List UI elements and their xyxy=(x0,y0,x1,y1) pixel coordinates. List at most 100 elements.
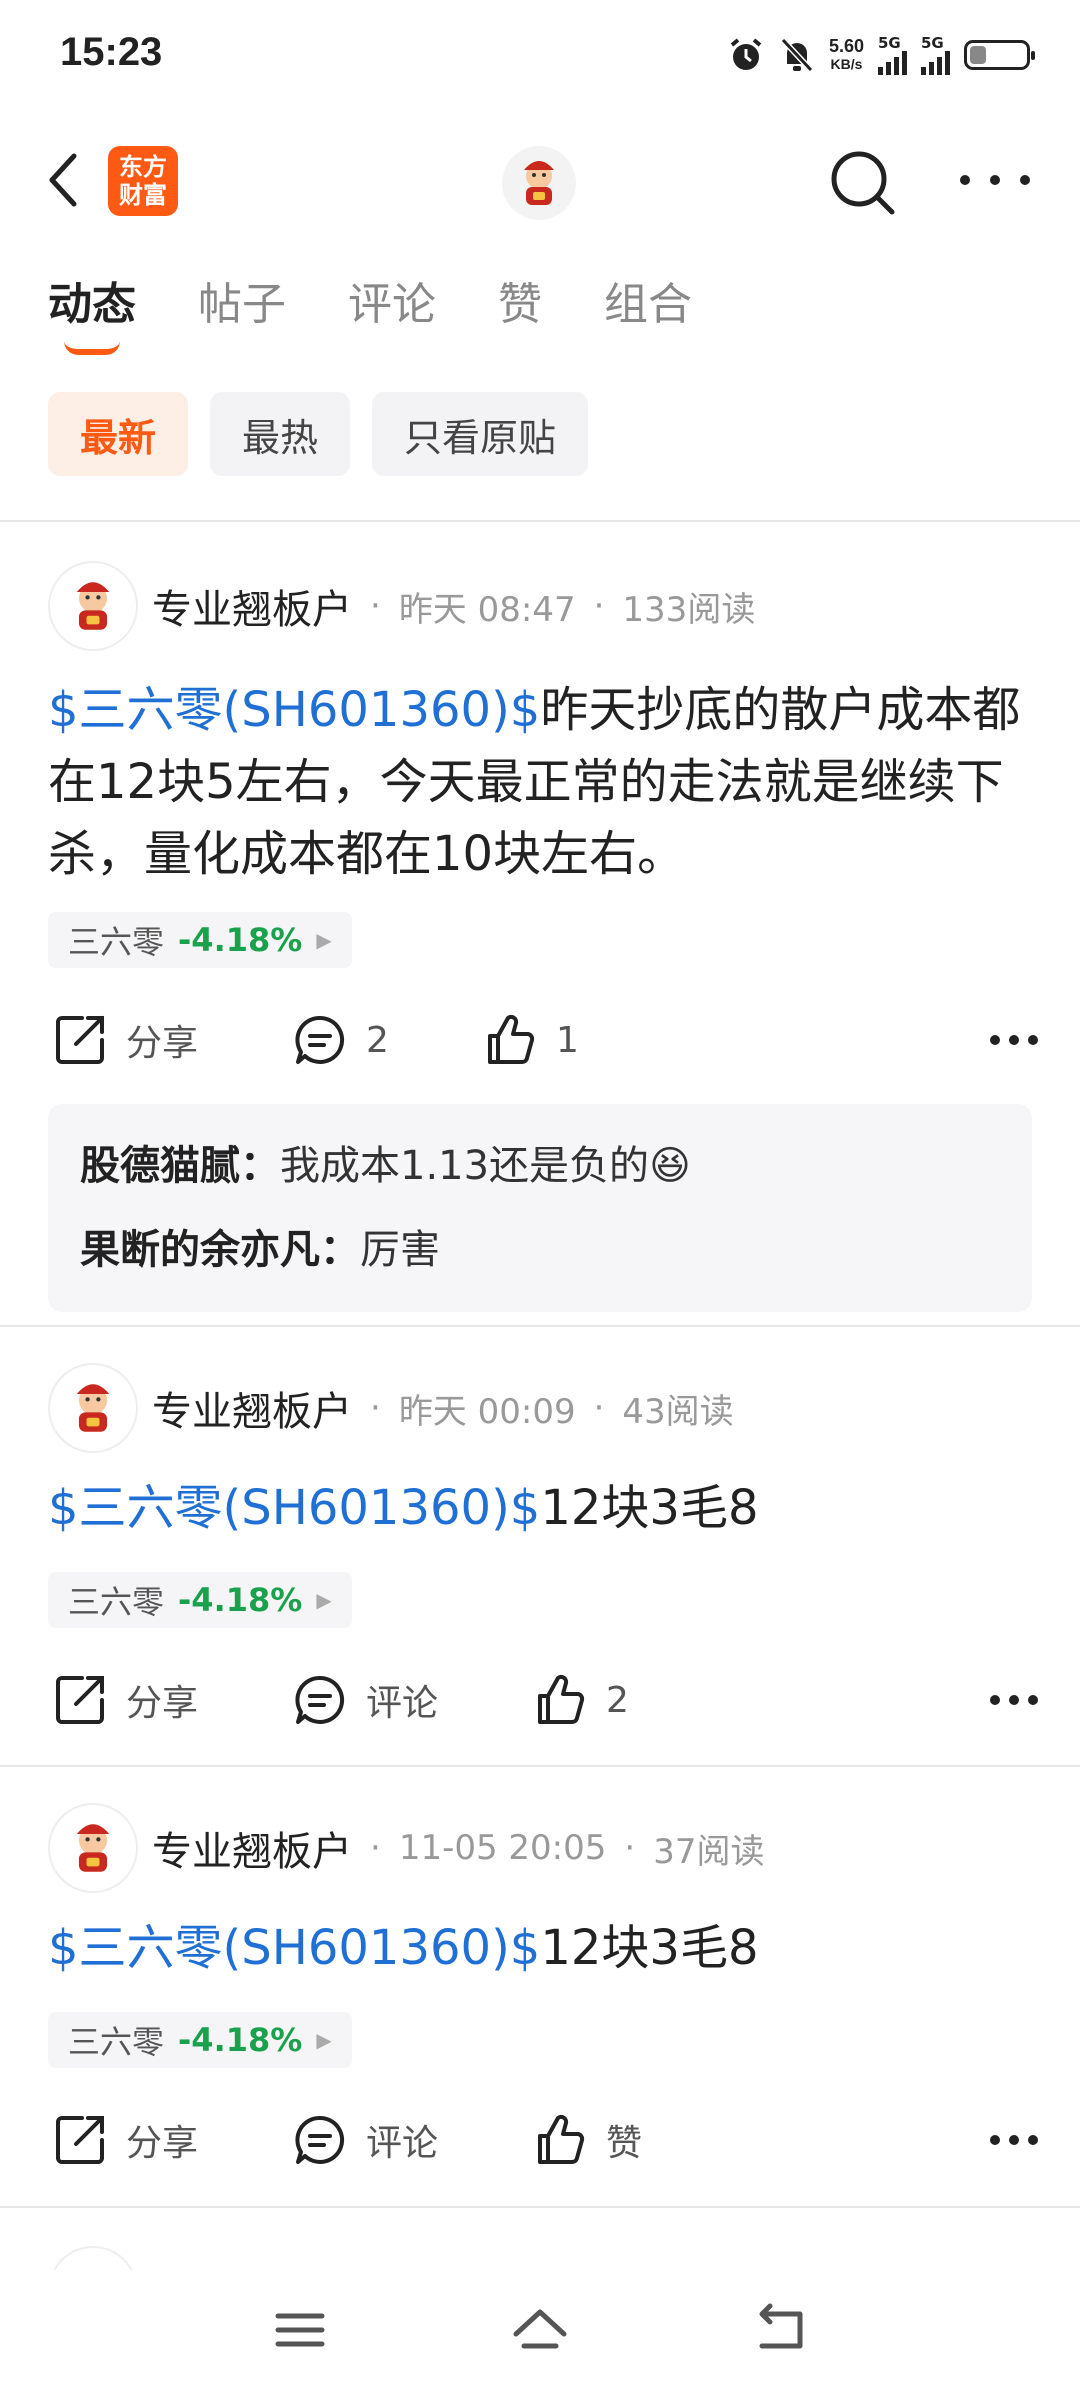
tab-posts[interactable]: 帖子 xyxy=(198,275,286,355)
share-label: 分享 xyxy=(126,1023,199,1064)
tab-dynamic[interactable]: 动态 xyxy=(48,275,136,355)
read-count: 133阅读 xyxy=(622,589,756,630)
stock-tag[interactable]: 三六零 -4.18% ▶ xyxy=(48,912,352,968)
avatar[interactable] xyxy=(48,1363,138,1453)
commenter-name[interactable]: 股德猫腻： xyxy=(80,1143,280,1189)
status-time: 15:23 xyxy=(60,30,163,74)
meta-separator: · xyxy=(370,586,381,626)
stock-tag-change: -4.18% xyxy=(178,1581,303,1619)
stock-tag[interactable]: 三六零 -4.18% ▶ xyxy=(48,2012,352,2068)
post-card[interactable]: 专业翘板户 · 11-05 20:05 · 37阅读 $三六零(SH601360… xyxy=(0,1802,1080,2202)
filter-bar: 最新 最热 只看原贴 xyxy=(48,392,589,476)
comment-button[interactable]: 2 xyxy=(292,1000,389,1080)
author-name[interactable]: 专业翘板户 xyxy=(152,1819,352,1877)
filter-original-only[interactable]: 只看原贴 xyxy=(372,392,589,476)
avatar[interactable] xyxy=(48,561,138,651)
stock-link[interactable]: $三六零(SH601360)$ xyxy=(48,1480,540,1536)
triangle-right-icon: ▶ xyxy=(316,2028,332,2052)
back-icon[interactable] xyxy=(40,150,90,210)
like-button[interactable]: 赞 xyxy=(532,2100,642,2180)
author-name[interactable]: 专业翘板户 xyxy=(152,577,352,635)
avatar xyxy=(48,2246,138,2270)
stock-tag-name: 三六零 xyxy=(68,923,165,961)
post-actions: 分享 2 1 xyxy=(48,1000,1038,1080)
comment-icon xyxy=(295,1015,345,1064)
tab-comments[interactable]: 评论 xyxy=(348,275,436,355)
mascot-icon xyxy=(76,1824,110,1872)
comment-text: 厉害 xyxy=(360,1227,440,1273)
post-text[interactable]: $三六零(SH601360)$12块3毛8 xyxy=(48,1472,1038,1544)
stock-link[interactable]: $三六零(SH601360)$ xyxy=(48,682,540,738)
tab-label: 赞 xyxy=(498,279,542,330)
share-label: 分享 xyxy=(126,2123,199,2164)
thumbs-up-icon xyxy=(488,1014,535,1064)
filter-hottest[interactable]: 最热 xyxy=(210,392,351,476)
stock-tag-change: -4.18% xyxy=(178,2021,303,2059)
comment-button[interactable]: 评论 xyxy=(292,1660,438,1740)
share-label: 分享 xyxy=(126,1683,199,1724)
divider xyxy=(0,1765,1080,1767)
stock-tag-name: 三六零 xyxy=(68,1583,165,1621)
comment-icon xyxy=(295,2115,345,2164)
net-speed-value: 5.60 xyxy=(828,36,864,56)
post-more-icon[interactable] xyxy=(990,1690,1038,1710)
divider xyxy=(0,520,1080,522)
filter-latest[interactable]: 最新 xyxy=(48,392,189,476)
battery-fill xyxy=(970,46,986,64)
tab-label: 帖子 xyxy=(198,279,286,330)
stock-tag-change: -4.18% xyxy=(178,921,303,959)
post-card[interactable]: 专业翘板户 · 昨天 00:09 · 43阅读 $三六零(SH601360)$1… xyxy=(0,1362,1080,1762)
like-button[interactable]: 2 xyxy=(532,1660,629,1740)
triangle-right-icon: ▶ xyxy=(316,928,332,952)
tab-label: 评论 xyxy=(348,279,436,330)
more-menu-icon[interactable] xyxy=(960,170,1030,190)
logo-text-line2: 财富 xyxy=(119,181,167,209)
comment-label: 评论 xyxy=(366,2123,439,2164)
status-bar: 15:23 5.60 KB/s 5G 5G xyxy=(0,0,1080,110)
search-icon[interactable] xyxy=(828,148,898,218)
post-body: 12块3毛8 xyxy=(540,1480,759,1536)
post-text[interactable]: $三六零(SH601360)$昨天抄底的散户成本都在12块5左右，今天最正常的走… xyxy=(48,674,1038,890)
mascot-icon xyxy=(76,1384,110,1432)
thumbs-up-icon xyxy=(538,1674,585,1724)
post-author-row: 专业翘板户 · 昨天 08:47 · 133阅读 xyxy=(48,560,755,652)
author-name[interactable]: 专业翘板户 xyxy=(152,1379,352,1437)
share-icon xyxy=(56,1676,104,1724)
commenter-name[interactable]: 果断的余亦凡： xyxy=(80,1227,360,1273)
sim1-label: 5G xyxy=(878,33,901,52)
post-card[interactable]: 专业翘板户 · 昨天 08:47 · 133阅读 $三六零(SH601360)$… xyxy=(0,560,1080,1325)
status-icons: 5.60 KB/s 5G 5G xyxy=(727,30,1035,80)
signal-sim2-icon: 5G xyxy=(921,35,950,75)
stock-link[interactable]: $三六零(SH601360)$ xyxy=(48,1920,540,1976)
divider xyxy=(0,1325,1080,1327)
app-logo[interactable]: 东方 财富 xyxy=(108,146,178,216)
post-time: 昨天 08:47 xyxy=(398,589,576,630)
like-button[interactable]: 1 xyxy=(482,1000,579,1080)
back-nav-icon[interactable] xyxy=(750,2300,810,2360)
comment-preview-box[interactable]: 股德猫腻：我成本1.13还是负的😆 果断的余亦凡：厉害 xyxy=(48,1104,1032,1312)
post-actions: 分享 评论 赞 xyxy=(48,2100,1038,2180)
triangle-right-icon: ▶ xyxy=(316,1588,332,1612)
post-text[interactable]: $三六零(SH601360)$12块3毛8 xyxy=(48,1912,1038,1984)
mascot-icon xyxy=(524,161,554,205)
share-button[interactable]: 分享 xyxy=(52,1000,198,1080)
avatar[interactable] xyxy=(48,1803,138,1893)
nav-bar: 东方 财富 xyxy=(0,130,1080,230)
mute-bell-icon xyxy=(780,37,814,73)
profile-avatar[interactable] xyxy=(502,146,576,220)
read-count: 43阅读 xyxy=(622,1391,734,1432)
tab-portfolio[interactable]: 组合 xyxy=(604,275,692,355)
comment-button[interactable]: 评论 xyxy=(292,2100,438,2180)
divider xyxy=(0,2206,1080,2208)
meta-separator: · xyxy=(370,1388,381,1428)
tab-active-indicator xyxy=(64,341,120,355)
tab-likes[interactable]: 赞 xyxy=(498,275,542,355)
alarm-icon xyxy=(730,38,762,70)
share-button[interactable]: 分享 xyxy=(52,2100,198,2180)
stock-tag[interactable]: 三六零 -4.18% ▶ xyxy=(48,1572,352,1628)
menu-icon[interactable] xyxy=(270,2300,330,2360)
post-more-icon[interactable] xyxy=(990,1030,1038,1050)
post-more-icon[interactable] xyxy=(990,2130,1038,2150)
share-button[interactable]: 分享 xyxy=(52,1660,198,1740)
home-icon[interactable] xyxy=(510,2300,570,2360)
